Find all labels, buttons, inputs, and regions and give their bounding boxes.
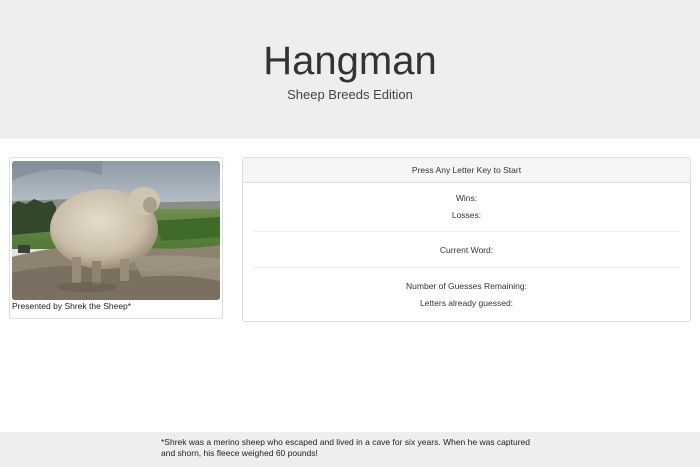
divider — [253, 267, 680, 268]
sheep-thumbnail: Presented by Shrek the Sheep* — [9, 157, 223, 319]
wins-label: Wins: — [455, 193, 478, 203]
footer: *Shrek was a merino sheep who escaped an… — [0, 432, 700, 467]
guesses-remaining-label: Number of Guesses Remaining: — [406, 281, 527, 291]
page-subtitle: Sheep Breeds Edition — [287, 87, 413, 102]
header-jumbotron: Hangman Sheep Breeds Edition — [0, 0, 700, 139]
divider — [253, 231, 680, 232]
page-title: Hangman — [263, 39, 437, 83]
current-word-label: Current Word: — [439, 245, 494, 255]
thumbnail-caption: Presented by Shrek the Sheep* — [12, 301, 132, 311]
game-panel: Press Any Letter Key to Start Wins: Loss… — [242, 157, 691, 322]
panel-heading: Press Any Letter Key to Start — [243, 158, 690, 183]
sheep-photo — [12, 161, 220, 300]
losses-label: Losses: — [451, 210, 482, 220]
sheep-image-icon — [12, 161, 220, 300]
footer-note: *Shrek was a merino sheep who escaped an… — [161, 437, 541, 459]
letters-guessed-label: Letters already guessed: — [419, 298, 514, 308]
footer-note-line-1: *Shrek was a merino sheep who escaped an… — [161, 437, 531, 447]
footer-note-line-2: and shorn, his fleece weighed 60 pounds! — [161, 448, 318, 458]
